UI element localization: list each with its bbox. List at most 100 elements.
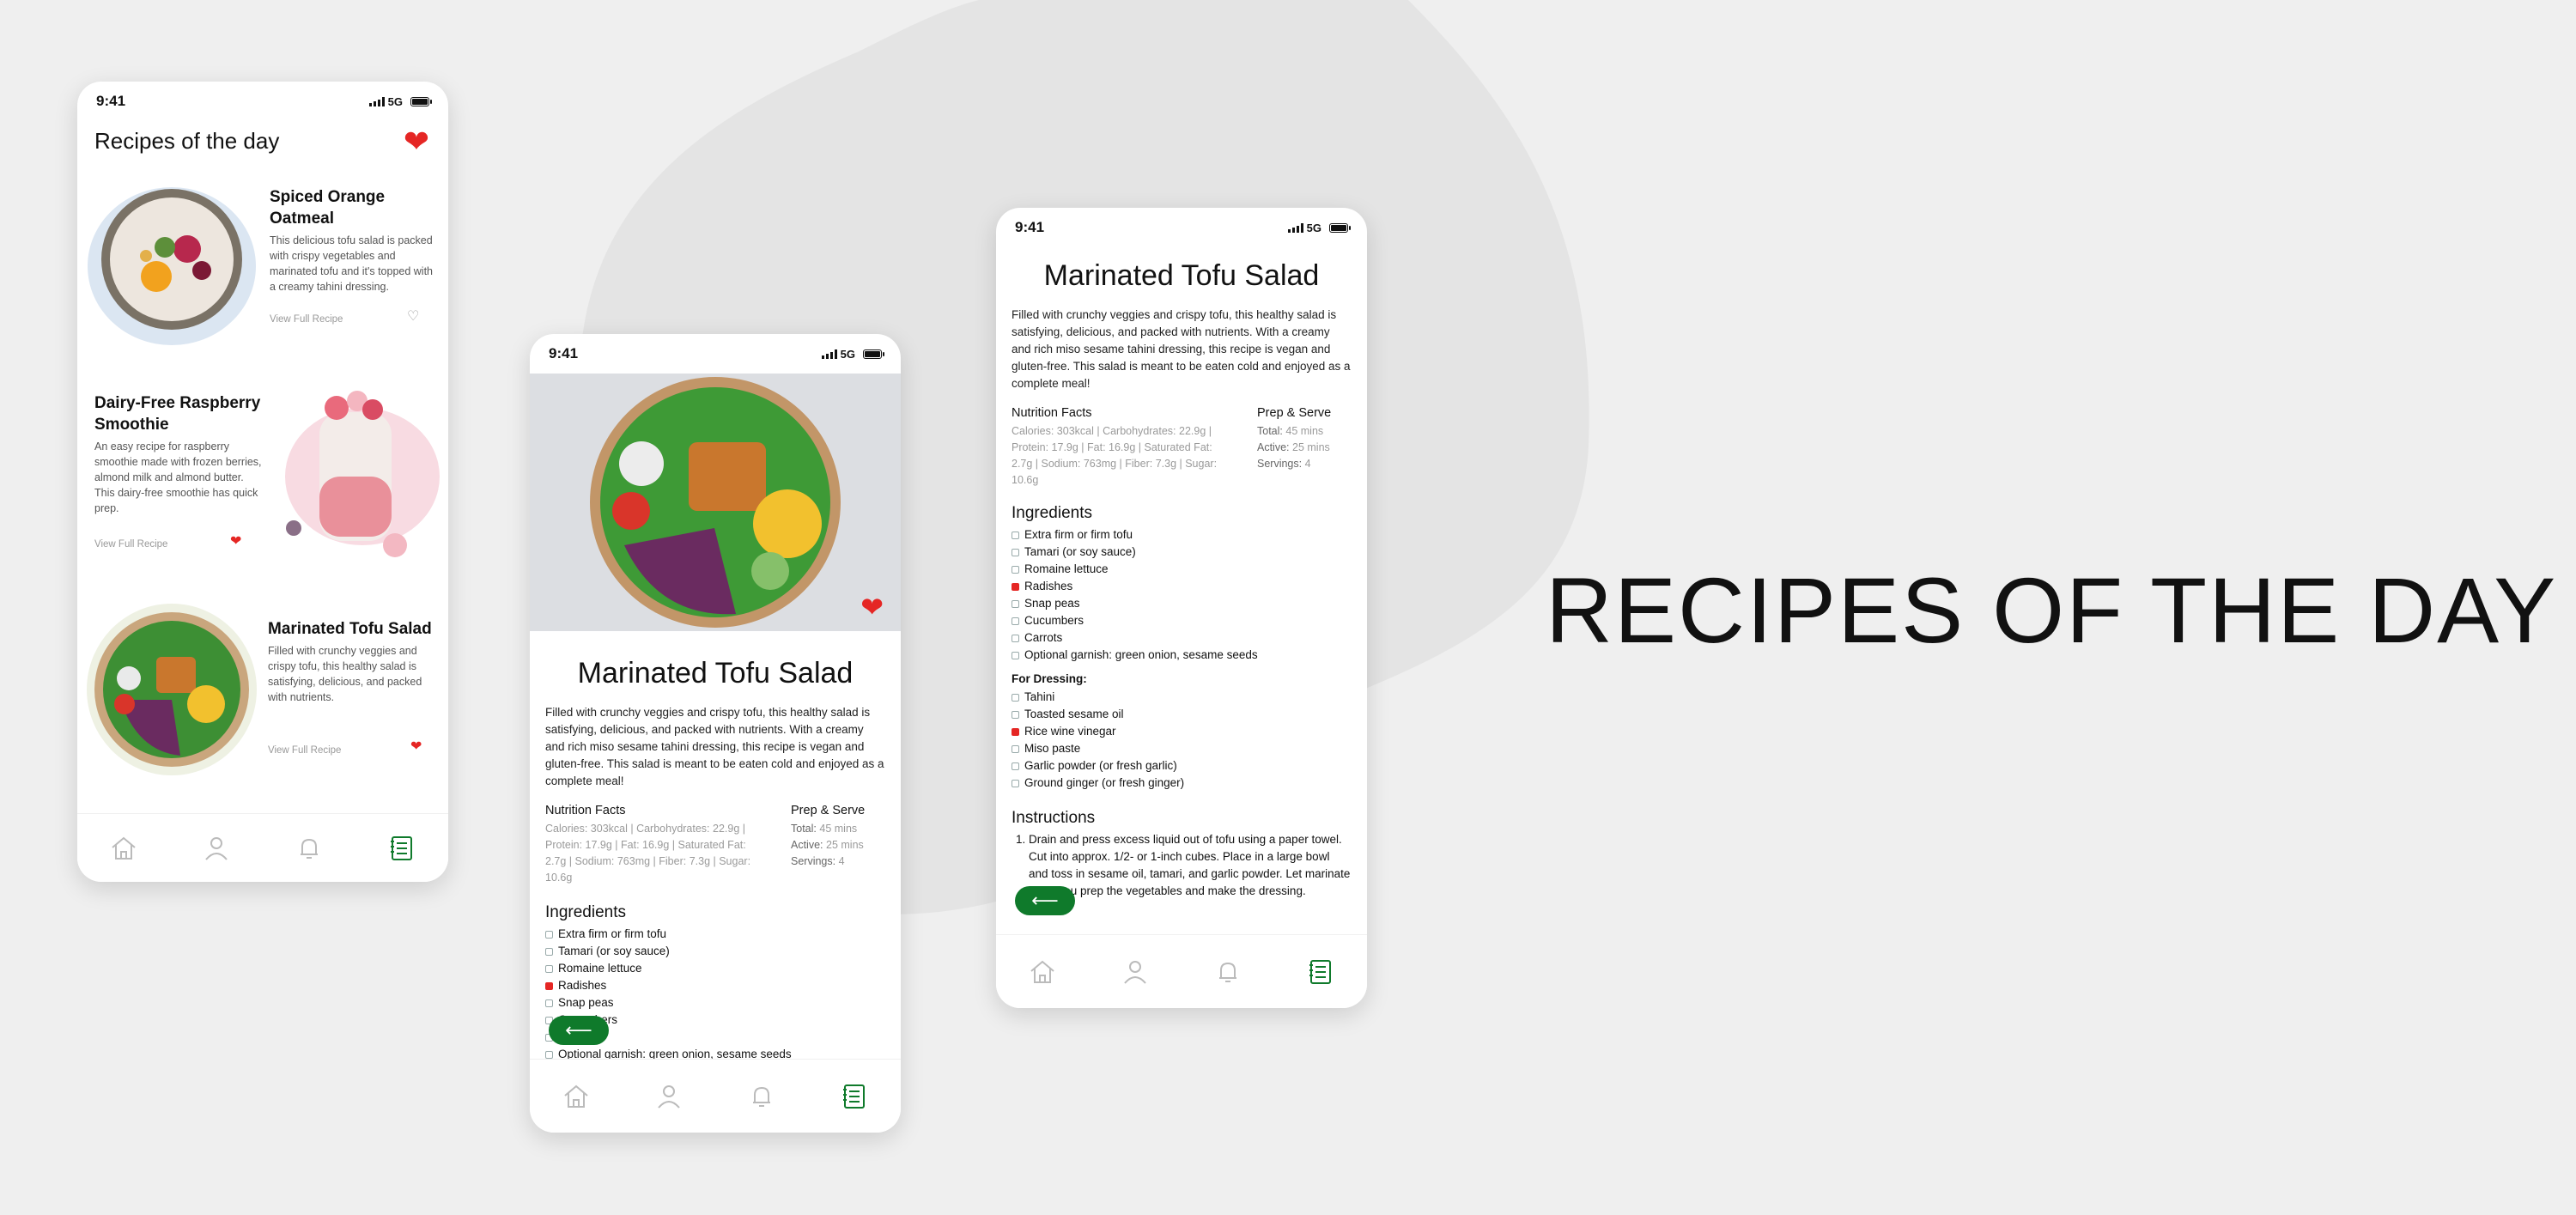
checkbox[interactable] [1012,693,1019,702]
ingredient-item[interactable]: Snap peas [1012,595,1352,612]
checkbox[interactable] [1012,762,1019,770]
recipe-title: Marinated Tofu Salad [577,657,854,690]
ingredient-item[interactable]: Romaine lettuce [545,960,885,977]
recipe-detail-scrolled-screen: 9:41 5G Marinated Tofu Salad Filled with… [996,208,1367,1008]
recipe-book-icon[interactable] [383,829,421,867]
recipe-card[interactable]: Dairy-Free Raspberry Smoothie An easy re… [77,382,448,571]
checkbox[interactable] [1012,634,1019,642]
ingredient-item[interactable]: Tamari (or soy sauce) [545,943,885,960]
network-label: 5G [387,94,403,108]
favorite-heart-icon[interactable]: ❤ [860,593,884,621]
favorites-heart-icon[interactable]: ❤ [404,126,429,157]
prep-active: 25 mins [826,839,864,851]
checkbox-checked[interactable] [1012,582,1019,591]
recipe-book-icon[interactable] [835,1078,873,1115]
ingredient-item[interactable]: Extra firm or firm tofu [1012,526,1352,544]
bell-icon[interactable] [743,1078,781,1115]
checkbox[interactable] [545,999,553,1007]
ingredients-heading: Ingredients [545,903,627,921]
tab-bar [996,934,1367,1008]
ingredient-item[interactable]: Tahini [1012,689,1352,706]
recipe-name[interactable]: Dairy-Free Raspberry Smoothie [94,392,266,435]
ingredient-item[interactable]: Ground ginger (or fresh ginger) [1012,775,1352,792]
home-icon[interactable] [557,1078,595,1115]
checkbox[interactable] [545,947,553,956]
smoothie-jar-image [285,391,440,557]
heart-filled-icon[interactable]: ❤ [410,740,422,754]
recipe-name[interactable]: Spiced Orange Oatmeal [270,186,438,229]
recipe-hero-image: ❤ [530,374,901,631]
nutrition-text: Calories: 303kcal | Carbohydrates: 22.9g… [1012,425,1218,486]
battery-icon [863,349,884,359]
home-icon[interactable] [1024,953,1061,991]
battery-icon [1329,222,1351,233]
status-time: 9:41 [96,93,126,109]
checkbox-checked[interactable] [545,981,553,990]
checkbox-checked[interactable] [1012,727,1019,736]
ingredient-item[interactable]: Tamari (or soy sauce) [1012,544,1352,561]
checkbox[interactable] [1012,565,1019,574]
tab-bar [77,813,448,882]
checkbox[interactable] [1012,548,1019,556]
checkbox[interactable] [545,1050,553,1059]
checkbox[interactable] [545,964,553,973]
ingredient-item[interactable]: Miso paste [1012,740,1352,757]
signal-icon [368,96,385,106]
ingredient-item[interactable]: Snap peas [545,994,885,1011]
recipe-card[interactable]: Marinated Tofu Salad Filled with crunchy… [77,597,448,794]
recipe-title: Marinated Tofu Salad [1043,259,1320,292]
ingredient-item[interactable]: Toasted sesame oil [1012,706,1352,723]
heart-filled-icon[interactable]: ❤ [230,535,241,549]
recipe-detail-screen: 9:41 5G ❤ Marinated Tofu Salad Filled wi… [530,334,901,1133]
ingredient-item[interactable]: Radishes [545,977,885,994]
tab-bar [530,1059,901,1133]
signal-icon [1287,222,1303,233]
page-title: Recipes of the day [94,128,280,154]
oatmeal-bowl-image [88,187,256,345]
recipe-description: Filled with crunchy veggies and crispy t… [1012,308,1351,390]
checkbox[interactable] [1012,779,1019,787]
view-full-recipe-link[interactable]: View Full Recipe [268,745,341,756]
prep-active: 25 mins [1292,441,1330,453]
bell-icon[interactable] [1209,953,1247,991]
profile-icon[interactable] [197,829,235,867]
profile-icon[interactable] [1116,953,1154,991]
ingredient-item[interactable]: Extra firm or firm tofu [545,926,885,943]
back-button[interactable]: ⟵ [549,1016,609,1045]
prep-heading: Prep & Serve [1257,406,1332,420]
prep-total: 45 mins [819,823,858,835]
home-icon[interactable] [105,829,143,867]
checkbox[interactable] [1012,599,1019,608]
ingredient-item[interactable]: Rice wine vinegar [1012,723,1352,740]
prep-heading: Prep & Serve [791,804,866,817]
checkbox[interactable] [1012,710,1019,719]
ingredient-item[interactable]: Cucumbers [1012,612,1352,629]
recipe-card[interactable]: Spiced Orange Oatmeal This delicious tof… [77,176,448,356]
checkbox[interactable] [1012,531,1019,539]
ingredients-heading: Ingredients [1012,504,1093,522]
checkbox[interactable] [1012,651,1019,659]
ingredient-item[interactable]: Garlic powder (or fresh garlic) [1012,757,1352,775]
checkbox[interactable] [1012,744,1019,753]
ingredient-item[interactable]: Carrots [1012,629,1352,647]
ingredient-item[interactable]: Romaine lettuce [1012,561,1352,578]
recipe-book-icon[interactable] [1302,953,1340,991]
arrow-left-icon: ⟵ [565,1019,592,1041]
recipes-list-screen: 9:41 5G Recipes of the day ❤ Spiced Oran… [77,82,448,882]
checkbox[interactable] [1012,617,1019,625]
instructions-heading: Instructions [1012,809,1096,827]
dressing-list: Tahini Toasted sesame oil Rice wine vine… [996,689,1367,792]
view-full-recipe-link[interactable]: View Full Recipe [270,314,343,325]
profile-icon[interactable] [650,1078,688,1115]
ingredient-item[interactable]: Radishes [1012,578,1352,595]
recipe-name[interactable]: Marinated Tofu Salad [268,618,440,640]
heart-outline-icon[interactable]: ♡ [407,310,419,324]
nutrition-heading: Nutrition Facts [1012,406,1092,420]
ingredient-item[interactable]: Optional garnish: green onion, sesame se… [1012,647,1352,664]
view-full-recipe-link[interactable]: View Full Recipe [94,539,167,550]
status-bar: 9:41 5G [77,82,448,121]
bell-icon[interactable] [290,829,328,867]
back-button[interactable]: ⟵ [1015,886,1075,915]
tofu-salad-image [87,604,257,775]
checkbox[interactable] [545,930,553,939]
